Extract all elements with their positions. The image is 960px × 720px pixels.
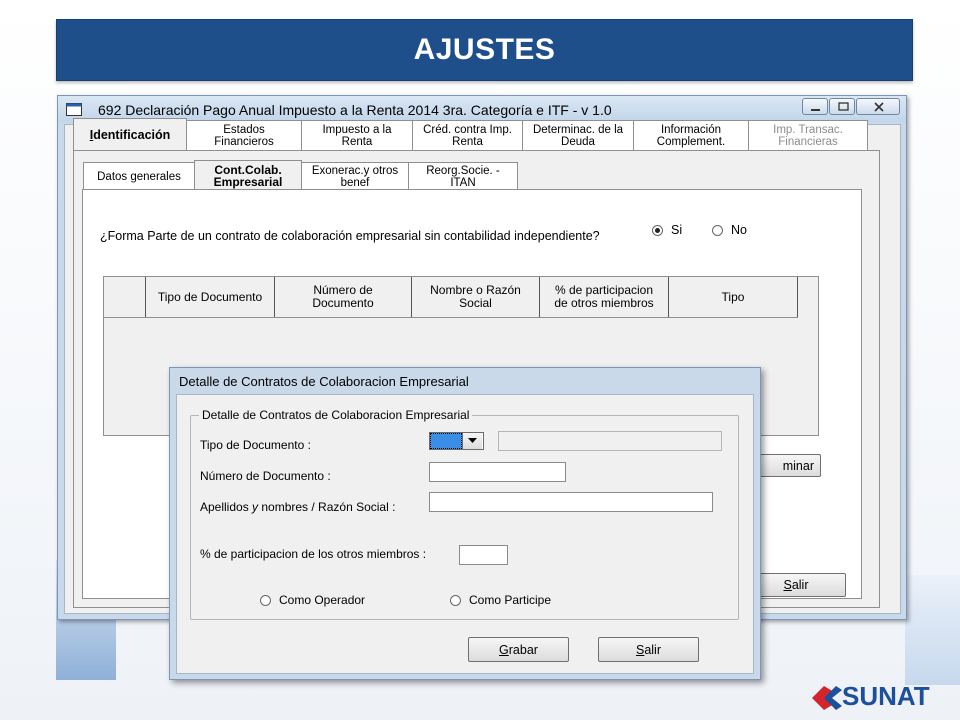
apellidos-razon-social-input[interactable] — [429, 492, 713, 512]
radio-como-participe[interactable]: Como Participe — [450, 593, 551, 607]
grid-col-label-line2: Documento — [312, 296, 374, 310]
tab-reorg-socie-itan[interactable]: Reorg.Socie. - ITAN — [408, 162, 518, 190]
tipo-documento-selected — [430, 433, 462, 449]
tab-cred-contra-imp[interactable]: Créd. contra Imp. Renta — [412, 120, 523, 151]
tab-label-line1: Determinac. de la — [532, 124, 624, 136]
tab-label-line2: Financieros — [214, 136, 274, 148]
question-text: ¿Forma Parte de un contrato de colaborac… — [100, 229, 600, 243]
grid-col-label: Tipo de Documento — [157, 289, 263, 304]
minimize-icon — [811, 109, 820, 111]
tab-label-line1: Estados — [223, 124, 265, 136]
tab-informacion-complement[interactable]: Información Complement. — [633, 120, 749, 151]
radio-no-label: No — [731, 223, 747, 237]
grid-header: Tipo de Documento Número de Documento Nom… — [104, 277, 798, 318]
grid-col-tipo[interactable]: Tipo — [669, 277, 798, 317]
grid-col-label-line2: de otros miembros — [554, 296, 654, 310]
detalle-contratos-dialog: Detalle de Contratos de Colaboracion Emp… — [169, 367, 761, 680]
radio-como-participe-circle[interactable] — [450, 594, 461, 606]
tab-identificacion[interactable]: Identificación — [73, 118, 187, 151]
tab-label-line2: Financieras — [778, 136, 838, 148]
dialog-salir-label: Salir — [635, 642, 661, 657]
tab-label-line1: Imp. Transac. — [773, 124, 843, 136]
tab-label-line2: Complement. — [656, 136, 726, 148]
grid-col-nombre-razon-social[interactable]: Nombre o Razón Social — [412, 277, 540, 317]
grid-col-label-line1: Nombre o Razón — [430, 283, 521, 297]
participacion-input[interactable] — [459, 545, 508, 565]
minimize-button[interactable] — [802, 98, 828, 115]
radio-como-operador-circle[interactable] — [260, 594, 271, 606]
slide-title: AJUSTES — [413, 33, 556, 66]
restore-icon — [838, 102, 849, 111]
grid-col-participacion[interactable]: % de participacion de otros miembros — [540, 277, 669, 317]
group-box-title: Detalle de Contratos de Colaboracion Emp… — [199, 408, 473, 422]
close-icon — [874, 102, 884, 112]
grid-col-tipo-documento[interactable]: Tipo de Documento — [146, 277, 275, 317]
radio-si-circle[interactable] — [652, 224, 663, 236]
numero-documento-label: Número de Documento : — [200, 469, 331, 483]
grid-col-selector — [104, 277, 146, 317]
dropdown-arrow-icon[interactable] — [462, 433, 482, 449]
tab-identificacion-label: Identificación — [89, 128, 171, 142]
tab-label-line2: Empresarial — [213, 174, 283, 189]
app-icon — [66, 103, 82, 116]
main-salir-button[interactable]: Salir — [746, 573, 846, 597]
grabar-button-label: Grabar — [499, 642, 538, 657]
tipo-documento-description-field — [498, 431, 722, 451]
numero-documento-input[interactable] — [429, 462, 566, 482]
tab-label-line2: Deuda — [561, 136, 595, 148]
tipo-documento-select[interactable] — [429, 432, 484, 450]
radio-como-operador[interactable]: Como Operador — [260, 593, 365, 607]
grabar-button[interactable]: Grabar — [468, 637, 569, 662]
grid-col-label-line2: Social — [459, 296, 492, 310]
tab-label-line2: Renta — [341, 136, 373, 148]
dialog-title: Detalle de Contratos de Colaboracion Emp… — [179, 374, 469, 389]
sub-tab-bar: Datos generales Cont.Colab. Empresarial E… — [83, 160, 518, 190]
tab-determinac-deuda[interactable]: Determinac. de la Deuda — [522, 120, 634, 151]
tab-label-line1: Datos generales — [97, 170, 181, 183]
grid-col-label-line1: % de participacion — [554, 283, 654, 297]
radio-no[interactable]: No — [712, 223, 747, 237]
tab-label-line1: Reorg.Socie. - — [426, 164, 500, 177]
slide-decoration-right — [905, 575, 960, 685]
tab-label-line2: ITAN — [450, 176, 476, 189]
tab-label-line1: Impuesto a la — [322, 124, 392, 136]
radio-no-circle[interactable] — [712, 224, 723, 236]
main-tab-bar: Identificación Estados Financieros Impues… — [73, 118, 868, 151]
tab-impuesto-renta[interactable]: Impuesto a la Renta — [301, 120, 413, 151]
dialog-salir-button[interactable]: Salir — [598, 637, 699, 662]
window-title: 692 Declaración Pago Anual Impuesto a la… — [98, 102, 612, 118]
participacion-label: % de participacion de los otros miembros… — [200, 547, 427, 561]
tab-label-line1: Información — [660, 124, 722, 136]
apellidos-razon-social-label: Apellidos y nombres / Razón Social : — [200, 500, 396, 514]
close-button[interactable] — [856, 98, 900, 115]
eliminar-button-label: minar — [782, 458, 814, 473]
tab-label-line1: Exonerac.y otros — [311, 164, 399, 177]
slide-title-bar: AJUSTES — [56, 19, 913, 81]
radio-si-label: Si — [671, 223, 683, 237]
tab-label-line1: Créd. contra Imp. — [423, 124, 512, 136]
tab-imp-transac-financieras[interactable]: Imp. Transac. Financieras — [748, 120, 868, 151]
tab-label-line2: benef — [340, 176, 370, 189]
maximize-button[interactable] — [829, 98, 855, 115]
tab-datos-generales[interactable]: Datos generales — [83, 162, 195, 190]
sunat-logo-text: SUNAT — [842, 681, 930, 711]
grid-col-numero-documento[interactable]: Número de Documento — [275, 277, 412, 317]
radio-como-participe-label: Como Participe — [469, 593, 552, 607]
grid-col-label: Tipo — [721, 289, 745, 304]
tab-estados-financieros[interactable]: Estados Financieros — [186, 120, 302, 151]
tab-label-line2: Renta — [452, 136, 483, 148]
tab-exonerac-otros-benef[interactable]: Exonerac.y otros benef — [301, 162, 409, 190]
grid-col-label-line1: Número de — [313, 283, 373, 297]
tipo-documento-label: Tipo de Documento : — [200, 438, 311, 452]
main-salir-label: Salir — [783, 578, 809, 592]
radio-si[interactable]: Si — [652, 223, 682, 237]
radio-como-operador-label: Como Operador — [279, 593, 366, 607]
chevron-down-icon — [468, 438, 477, 443]
tab-cont-colab-empresarial[interactable]: Cont.Colab. Empresarial — [194, 160, 302, 190]
